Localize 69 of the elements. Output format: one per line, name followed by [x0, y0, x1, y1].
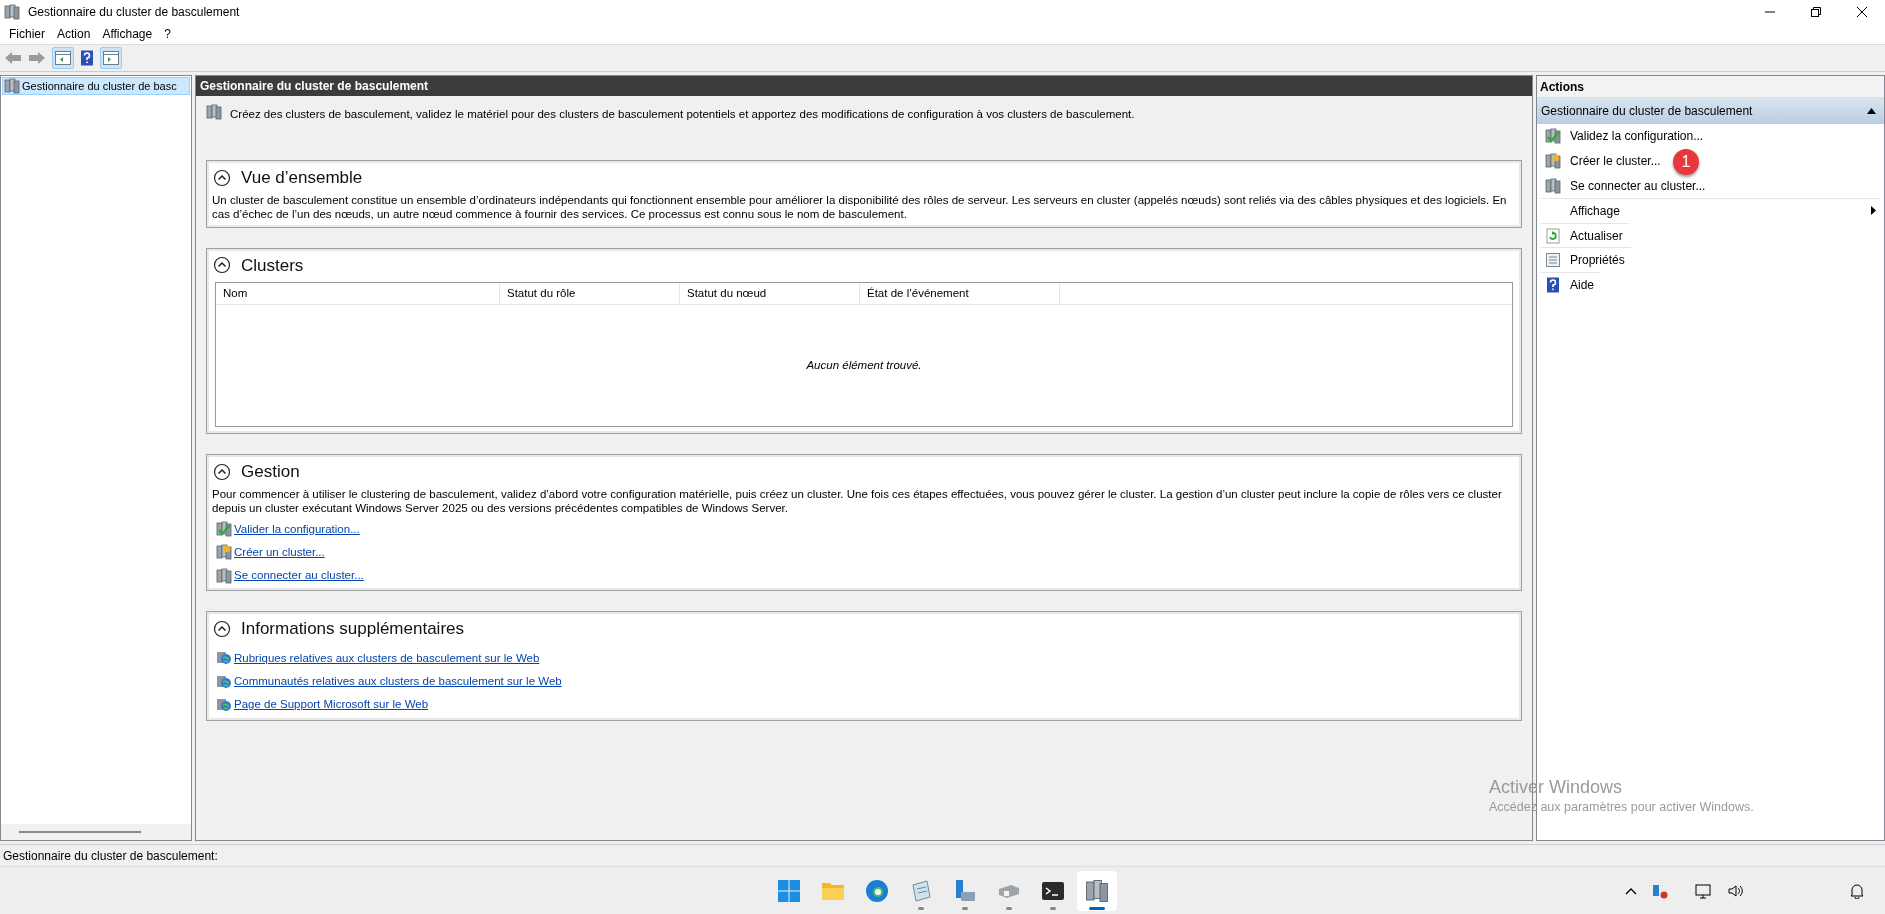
help-icon	[1545, 276, 1561, 293]
globe-icon	[216, 650, 232, 667]
command-entry[interactable]: Aide	[1541, 272, 1601, 297]
link[interactable]: Rubriques relatives aux clusters de basculement sur le Web	[234, 649, 540, 667]
refresh-icon	[1545, 227, 1561, 244]
servers-icon[interactable]	[1084, 878, 1109, 903]
servers-icon	[1545, 177, 1561, 194]
section-description: Un cluster de basculement constitue un ensemble d’ordinateurs indépendants qui fonctionnent ensemble pour améliorer la disponibilité des rôles de serveur. Les serveurs en cluster (appelés nœuds) sont reliés via des câbles physiques et des logiciels. En cas d’échec de l’un des nœuds, un autre nœud commence à fournir des services. Ce processus est connu sous le nom de basculement.	[212, 192, 1508, 221]
globe-icon	[216, 673, 232, 690]
step-badge: 1	[1673, 148, 1699, 175]
submenu-entry[interactable]: Affichage	[1541, 198, 1880, 223]
submenu-arrow-icon	[1871, 206, 1876, 216]
section-description: Pour commencer à utiliser le clustering de basculement, validez d’abord votre configuration matérielle, puis créez un cluster. Une fois ces étapes effectuées, vous pouvez gérer le cluster. La gestion d’un cluster peut inclure la copie de rôles vers ce cluster depuis un cluster exécutant Windows Server 2025 ou des versions précédentes compatibles de Windows Server.	[212, 486, 1503, 515]
command-entry[interactable]: Actualiser	[1541, 222, 1629, 248]
speaker-icon[interactable]	[1727, 882, 1745, 899]
windows-logo-icon[interactable]	[776, 878, 801, 903]
content-header: Gestionnaire du cluster de basculement	[196, 76, 1532, 96]
section-title: Informations supplémentaires	[241, 618, 464, 641]
servers-check-icon	[216, 521, 232, 538]
chevron-up-icon[interactable]	[1625, 886, 1637, 895]
menu-item[interactable]: Action	[52, 25, 96, 43]
empty-message: Aucun élément trouvé.	[806, 358, 922, 373]
monitor-icon[interactable]	[1695, 882, 1713, 899]
command-entry[interactable]: Propriétés	[1541, 247, 1631, 273]
link[interactable]: Créer un cluster...	[234, 543, 325, 561]
properties-icon	[1545, 252, 1561, 269]
menu-item[interactable]: Fichier	[4, 25, 50, 43]
command-entry[interactable]: Validez la configuration...	[1541, 124, 1710, 149]
section-title: Vue d’ensemble	[241, 167, 363, 189]
browser-icon[interactable]	[864, 878, 889, 903]
help-icon[interactable]	[80, 50, 94, 66]
link[interactable]: Se connecter au cluster...	[234, 567, 364, 585]
link[interactable]: Communautés relatives aux clusters de basculement sur le Web	[234, 673, 562, 691]
servers-check-icon	[1545, 128, 1561, 145]
collapse-icon[interactable]	[213, 620, 231, 638]
link[interactable]: Valider la configuration...	[234, 520, 360, 538]
command-entry[interactable]: Créer le cluster...	[1541, 148, 1667, 174]
collapse-icon[interactable]	[213, 256, 231, 275]
servers-icon	[4, 4, 20, 20]
menu-item[interactable]: Affichage	[97, 25, 158, 43]
servers-icon	[216, 567, 232, 584]
section-title: Clusters	[241, 254, 304, 277]
command-entry[interactable]: Se connecter au cluster...	[1541, 173, 1712, 199]
scrollbar-thumb[interactable]	[19, 831, 141, 833]
column-header[interactable]: Nom	[216, 283, 500, 305]
intro-text: Créez des clusters de basculement, validez le matériel pour des clusters de basculement potentiels et apportez des modifications de configuration à vos clusters de basculement.	[230, 107, 1135, 122]
link[interactable]: Page de Support Microsoft sur le Web	[234, 696, 429, 714]
restore-icon[interactable]	[1811, 7, 1821, 17]
globe-icon	[216, 696, 232, 713]
menu-item[interactable]: ?	[159, 25, 176, 43]
collapse-icon[interactable]	[213, 168, 231, 187]
column-header[interactable]: État de l’événement	[860, 283, 1060, 305]
actions-title: Actions	[1537, 76, 1884, 98]
actions-group-header[interactable]: Gestionnaire du cluster de basculement	[1537, 98, 1884, 124]
notification-bell-icon[interactable]	[1849, 882, 1865, 899]
taskbar-app[interactable]	[1076, 870, 1117, 911]
show-action-pane-button[interactable]	[100, 47, 122, 69]
tree-item-label: Gestionnaire du cluster de basc	[22, 78, 177, 94]
show-tree-button[interactable]	[52, 47, 74, 69]
tree-item[interactable]: Gestionnaire du cluster de basc	[2, 77, 190, 95]
column-header[interactable]: Statut du rôle	[500, 283, 680, 305]
servers-icon	[206, 104, 222, 120]
column-header[interactable]: Statut du nœud	[680, 283, 860, 305]
collapse-icon[interactable]	[213, 462, 231, 481]
section-title: Gestion	[241, 461, 300, 483]
collapse-triangle-icon	[1867, 108, 1876, 114]
servers-icon	[4, 78, 20, 94]
close-icon[interactable]	[1857, 7, 1867, 17]
window-title: Gestionnaire du cluster de basculement	[28, 4, 240, 21]
